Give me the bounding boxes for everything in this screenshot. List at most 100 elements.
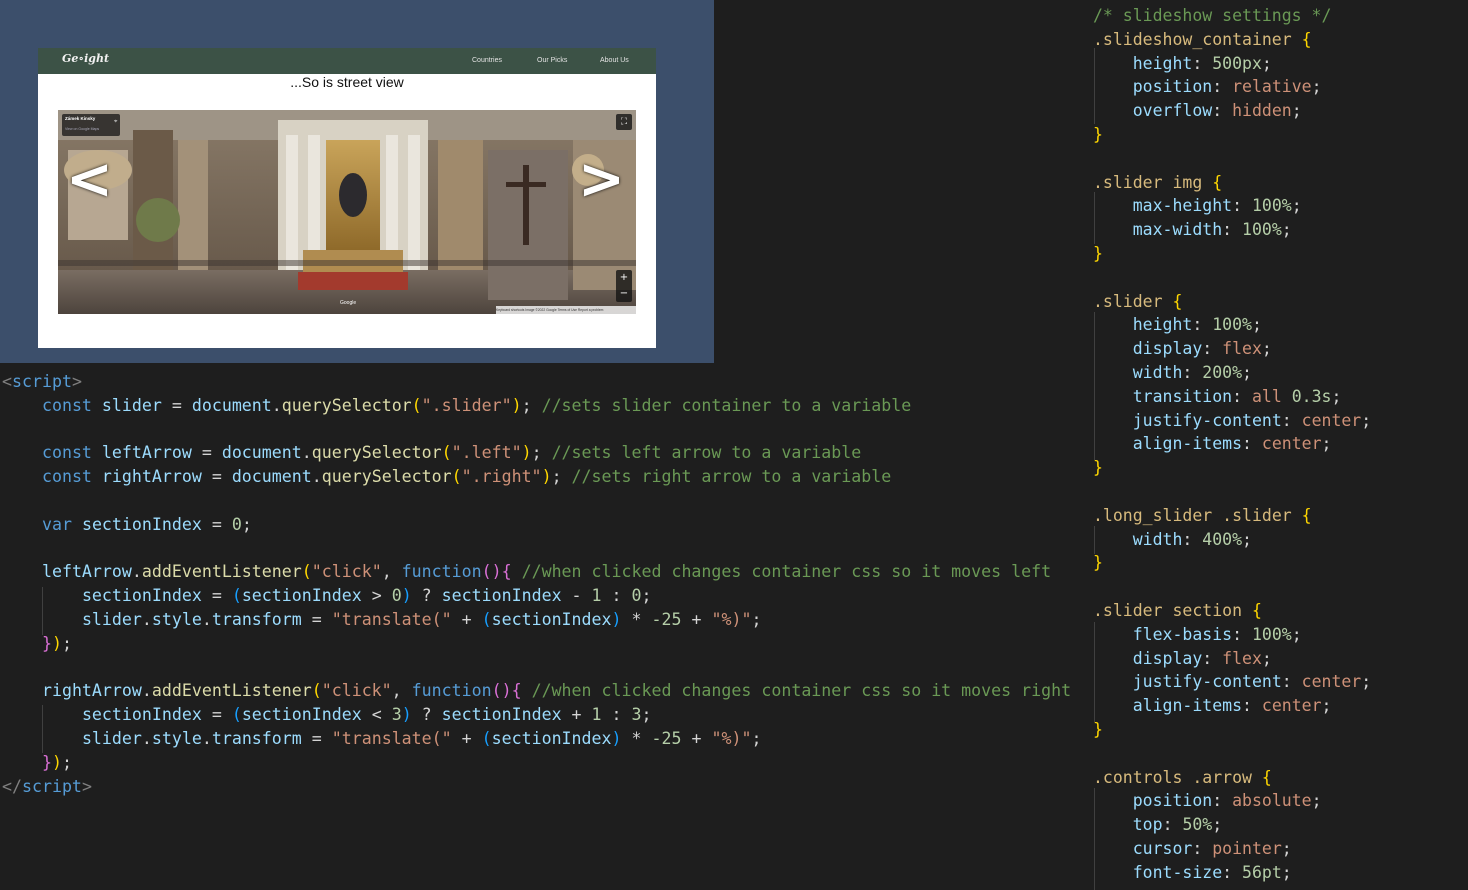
- code-line[interactable]: display: flex;: [1093, 647, 1272, 671]
- code-line[interactable]: display: flex;: [1093, 337, 1272, 361]
- code-token: *: [621, 729, 652, 748]
- code-line[interactable]: height: 500px;: [1093, 52, 1272, 76]
- code-line[interactable]: .controls .arrow {: [1093, 766, 1272, 790]
- code-token: ;: [521, 395, 542, 415]
- code-token: .slider: [1222, 505, 1292, 525]
- code-token: }: [41, 633, 52, 653]
- code-line[interactable]: cursor: pointer;: [1093, 837, 1292, 861]
- code-line[interactable]: }: [1093, 242, 1103, 266]
- code-token: .arrow: [1192, 767, 1252, 787]
- code-line[interactable]: max-width: 100%;: [1093, 218, 1292, 242]
- code-line[interactable]: slider.style.transform = "translate(" + …: [2, 608, 762, 632]
- code-token: {: [1261, 767, 1272, 787]
- code-token: 100%: [1251, 624, 1292, 644]
- code-token: :: [1232, 624, 1252, 644]
- code-token: ;: [1311, 77, 1322, 97]
- code-line[interactable]: }: [1093, 456, 1103, 480]
- street-view-embed[interactable]: Zámek Kinsky View on Google Maps ⌖ ⛶ + −…: [58, 110, 636, 314]
- css-editor-pane[interactable]: /* slideshow settings */ .slideshow_conta…: [1086, 0, 1468, 890]
- code-line[interactable]: position: relative;: [1093, 75, 1322, 99]
- code-token: (: [481, 610, 492, 629]
- code-token: document: [221, 443, 302, 463]
- code-token: :: [1232, 386, 1252, 406]
- code-line[interactable]: align-items: center;: [1093, 694, 1332, 718]
- code-token: 0: [631, 586, 642, 606]
- site-logo[interactable]: Ge∘ight: [62, 52, 109, 65]
- code-line[interactable]: /* slideshow settings */: [1093, 4, 1331, 28]
- church-interior-panorama[interactable]: [58, 110, 636, 314]
- code-token: :: [1242, 696, 1262, 716]
- code-line[interactable]: width: 200%;: [1093, 361, 1252, 385]
- code-line[interactable]: const leftArrow = document.querySelector…: [2, 441, 861, 465]
- code-line[interactable]: height: 100%;: [1093, 313, 1262, 337]
- slider-left-arrow[interactable]: <: [66, 152, 113, 208]
- code-line[interactable]: slider.style.transform = "translate(" + …: [2, 727, 762, 751]
- code-line[interactable]: sectionIndex = (sectionIndex > 0) ? sect…: [2, 584, 652, 608]
- code-token: ;: [1361, 410, 1372, 430]
- code-token: :: [1222, 862, 1243, 882]
- code-line[interactable]: const slider = document.querySelector(".…: [2, 394, 911, 418]
- code-token: 3: [391, 705, 402, 725]
- code-token: display: [1132, 339, 1203, 359]
- code-token: >: [81, 776, 92, 796]
- code-token: hidden: [1232, 101, 1292, 121]
- script-editor-pane[interactable]: <script> const slider = document.querySe…: [0, 363, 1086, 890]
- fullscreen-icon[interactable]: ⛶: [616, 114, 632, 130]
- code-line[interactable]: transition: all 0.3s;: [1093, 385, 1342, 409]
- code-token: transition: [1132, 386, 1233, 406]
- nav-link-about-us[interactable]: About Us: [600, 57, 629, 64]
- code-line[interactable]: <script>: [2, 370, 82, 394]
- code-token: ): [511, 395, 522, 415]
- code-line[interactable]: </script>: [2, 775, 92, 799]
- code-line[interactable]: sectionIndex = (sectionIndex < 3) ? sect…: [2, 703, 652, 727]
- code-line[interactable]: width: 400%;: [1093, 528, 1252, 552]
- code-line[interactable]: }: [1093, 718, 1103, 742]
- code-line[interactable]: justify-content: center;: [1093, 409, 1371, 433]
- code-line[interactable]: .long_slider .slider {: [1093, 504, 1312, 528]
- view-on-maps-link[interactable]: View on Google Maps: [65, 127, 99, 131]
- street-view-info-card[interactable]: Zámek Kinsky View on Google Maps ⌖: [62, 114, 120, 136]
- code-token: .slideshow_container: [1093, 29, 1292, 49]
- code-token: ".slider": [421, 395, 512, 415]
- code-line[interactable]: align-items: center;: [1093, 432, 1332, 456]
- code-line[interactable]: justify-content: center;: [1093, 670, 1371, 694]
- code-token: -25: [651, 610, 682, 629]
- code-line[interactable]: overflow: hidden;: [1093, 99, 1302, 123]
- slider-right-arrow[interactable]: >: [578, 152, 625, 208]
- code-line[interactable]: });: [2, 751, 72, 775]
- code-token: +: [451, 610, 482, 629]
- zoom-out-button[interactable]: −: [616, 287, 632, 301]
- code-line[interactable]: });: [2, 632, 72, 656]
- code-line[interactable]: position: absolute;: [1093, 789, 1322, 813]
- code-line[interactable]: font-size: 56pt;: [1093, 861, 1292, 885]
- code-line[interactable]: const rightArrow = document.querySelecto…: [2, 465, 891, 489]
- code-token: ;: [1291, 196, 1302, 216]
- code-line[interactable]: flex-basis: 100%;: [1093, 623, 1302, 647]
- code-line[interactable]: }: [1093, 123, 1103, 147]
- code-token: (: [451, 467, 462, 487]
- code-line[interactable]: top: 50%;: [1093, 813, 1222, 837]
- nav-link-our-picks[interactable]: Our Picks: [537, 57, 567, 64]
- code-line[interactable]: max-height: 100%;: [1093, 194, 1302, 218]
- code-line[interactable]: .slider {: [1093, 290, 1182, 314]
- code-line[interactable]: .slider img {: [1093, 171, 1222, 195]
- zoom-in-button[interactable]: +: [616, 271, 632, 285]
- nav-link-countries[interactable]: Countries: [472, 57, 502, 64]
- code-line[interactable]: leftArrow.addEventListener("click", func…: [2, 560, 1051, 584]
- code-token: =: [201, 514, 232, 534]
- code-line[interactable]: var sectionIndex = 0;: [2, 513, 252, 537]
- code-line[interactable]: .slideshow_container {: [1093, 28, 1312, 52]
- google-watermark: Google: [340, 300, 357, 306]
- code-line[interactable]: rightArrow.addEventListener("click", fun…: [2, 679, 1071, 703]
- code-token: ;: [61, 752, 72, 772]
- code-line[interactable]: }: [1093, 551, 1103, 575]
- code-line[interactable]: .slider section {: [1093, 599, 1262, 623]
